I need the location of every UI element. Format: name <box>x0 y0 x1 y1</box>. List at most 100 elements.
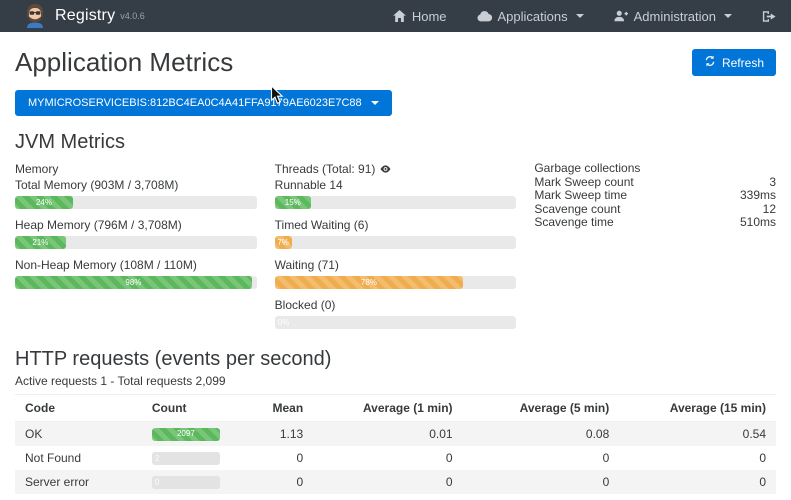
brand[interactable]: Registry v4.0.6 <box>24 2 145 31</box>
gc-heading: Garbage collections <box>534 162 776 176</box>
gc-value: 12 <box>763 203 776 217</box>
sign-out-icon <box>762 10 776 23</box>
nav-item-administration[interactable]: Administration <box>614 9 732 24</box>
http-table-header-row: Code Count Mean Average (1 min) Average … <box>15 395 776 422</box>
refresh-icon <box>704 55 716 70</box>
blocked-label: Blocked (0) <box>275 298 517 312</box>
brand-version: v4.0.6 <box>120 11 145 21</box>
waiting-progressbar: 78% <box>275 276 517 289</box>
avg15-cell: 0 <box>619 470 776 494</box>
instance-selector-label: MYMICROSERVICEBIS:812BC4EA0C4A41FFA9179A… <box>28 97 362 109</box>
gc-row: Scavenge count 12 <box>534 203 776 217</box>
nav-item-applications[interactable]: Applications <box>477 9 584 24</box>
total-memory-label: Total Memory (903M / 3,708M) <box>15 178 257 192</box>
chevron-down-icon <box>576 14 584 18</box>
col-header-avg5: Average (5 min) <box>463 395 620 422</box>
avg15-cell: 0 <box>619 446 776 470</box>
code-cell: OK <box>15 422 142 447</box>
threads-heading: Threads (Total: 91) <box>275 162 376 176</box>
avg5-cell: 0.08 <box>463 422 620 447</box>
mean-cell: 0 <box>263 446 314 470</box>
timed-waiting-progressbar: 7% <box>275 236 517 249</box>
avg5-cell: 0 <box>463 446 620 470</box>
sign-out-button[interactable] <box>762 10 776 23</box>
gc-value: 3 <box>769 176 776 190</box>
count-cell: 0 <box>142 470 263 494</box>
nav-item-label: Home <box>412 9 447 24</box>
threads-column: Threads (Total: 91) Runnable 14 15% Time… <box>275 162 517 338</box>
mean-cell: 1.13 <box>263 422 314 447</box>
eye-icon[interactable] <box>380 162 391 176</box>
progress-percent-label: 7% <box>277 239 289 247</box>
count-value-label: 0 <box>155 479 159 487</box>
gc-label: Scavenge time <box>534 216 613 230</box>
count-value-label: 2097 <box>177 430 195 438</box>
progress-percent-label: 78% <box>361 279 377 287</box>
avg1-cell: 0 <box>313 446 462 470</box>
gc-value: 510ms <box>740 216 776 230</box>
col-header-avg1: Average (1 min) <box>313 395 462 422</box>
progress-percent-label: 0% <box>278 319 290 327</box>
runnable-progressbar: 15% <box>275 196 517 209</box>
jvm-metrics-heading: JVM Metrics <box>15 131 776 154</box>
nav-item-label: Administration <box>634 9 716 24</box>
main-content: Application Metrics Refresh MYMICROSERVI… <box>0 47 791 500</box>
heap-memory-label: Heap Memory (796M / 3,708M) <box>15 218 257 232</box>
count-cell: 2 <box>142 446 263 470</box>
http-requests-subtitle: Active requests 1 - Total requests 2,099 <box>15 374 776 388</box>
heap-memory-progressbar: 21% <box>15 236 257 249</box>
page-title: Application Metrics <box>15 47 233 78</box>
gc-row: Mark Sweep count 3 <box>534 176 776 190</box>
count-progressbar: 2097 <box>152 428 220 441</box>
table-row-not-found: Not Found 2 0 0 0 0 <box>15 446 776 470</box>
blocked-progressbar: 0% <box>275 316 517 329</box>
progress-percent-label: 15% <box>285 199 301 207</box>
brand-name: Registry <box>55 7 115 25</box>
col-header-avg15: Average (15 min) <box>619 395 776 422</box>
waiting-label: Waiting (71) <box>275 258 517 272</box>
count-cell: 2097 <box>142 422 263 447</box>
gc-label: Mark Sweep time <box>534 189 627 203</box>
table-row-ok: OK 2097 1.13 0.01 0.08 0.54 <box>15 422 776 447</box>
col-header-code: Code <box>15 395 142 422</box>
table-row-server-error: Server error 0 0 0 0 0 <box>15 470 776 494</box>
caret-down-icon <box>371 101 379 105</box>
nav-links: Home Applications Administration <box>393 9 776 24</box>
instance-selector-dropdown[interactable]: MYMICROSERVICEBIS:812BC4EA0C4A41FFA9179A… <box>15 90 392 116</box>
nonheap-memory-label: Non-Heap Memory (108M / 110M) <box>15 258 257 272</box>
chevron-down-icon <box>724 14 732 18</box>
http-requests-heading: HTTP requests (events per second) <box>15 348 776 371</box>
gc-column: Garbage collections Mark Sweep count 3 M… <box>534 162 776 338</box>
progress-percent-label: 98% <box>125 279 141 287</box>
total-memory-progressbar: 24% <box>15 196 257 209</box>
gc-label: Scavenge count <box>534 203 620 217</box>
count-value-label: 2 <box>155 455 159 463</box>
code-cell: Server error <box>15 470 142 494</box>
memory-column: Memory Total Memory (903M / 3,708M) 24% … <box>15 162 257 338</box>
avg1-cell: 0 <box>313 470 462 494</box>
avg15-cell: 0.54 <box>619 422 776 447</box>
count-progressbar: 0 <box>152 476 220 489</box>
timed-waiting-label: Timed Waiting (6) <box>275 218 517 232</box>
mean-cell: 0 <box>263 470 314 494</box>
code-cell: Not Found <box>15 446 142 470</box>
progress-percent-label: 21% <box>32 239 48 247</box>
navbar: Registry v4.0.6 Home Applications <box>0 0 791 32</box>
memory-heading: Memory <box>15 162 257 176</box>
progress-percent-label: 24% <box>36 199 52 207</box>
refresh-button[interactable]: Refresh <box>692 49 776 76</box>
user-plus-icon <box>614 10 628 22</box>
nav-item-home[interactable]: Home <box>393 9 447 24</box>
avg1-cell: 0.01 <box>313 422 462 447</box>
col-header-mean: Mean <box>263 395 314 422</box>
cloud-icon <box>477 11 492 22</box>
home-icon <box>393 10 406 22</box>
gc-row: Mark Sweep time 339ms <box>534 189 776 203</box>
avg5-cell: 0 <box>463 470 620 494</box>
refresh-label: Refresh <box>722 56 764 70</box>
col-header-count: Count <box>142 395 263 422</box>
gc-label: Mark Sweep count <box>534 176 633 190</box>
jhipster-avatar-logo <box>24 2 46 31</box>
gc-row: Scavenge time 510ms <box>534 216 776 230</box>
http-requests-table: Code Count Mean Average (1 min) Average … <box>15 394 776 494</box>
